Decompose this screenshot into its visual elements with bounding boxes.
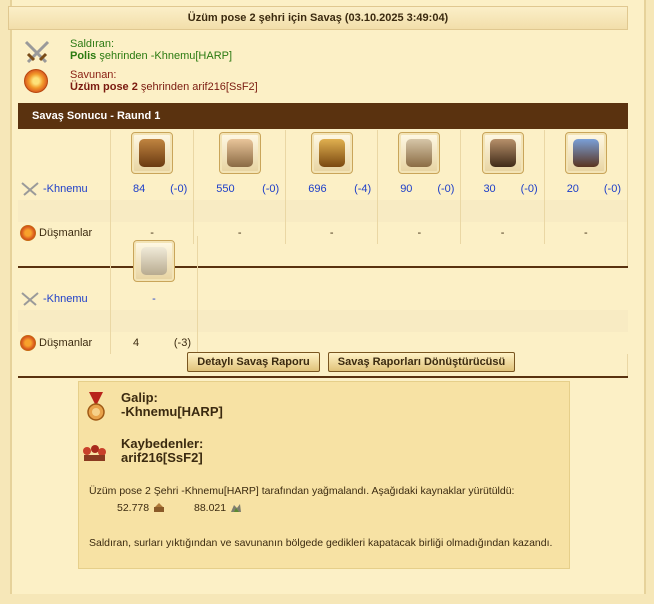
unit-count: 696 (308, 183, 327, 195)
unit-count: 84 (133, 183, 146, 195)
round-header: Savaş Sonucu - Raund 1 (18, 103, 628, 129)
detailed-report-button[interactable]: Detaylı Savaş Raporu (187, 352, 320, 372)
defender-player-link[interactable]: şehrinden arif216[SsF2] (141, 81, 258, 93)
city-wall-icon[interactable] (133, 239, 175, 282)
attacker-row-label[interactable]: -Khnemu (43, 293, 88, 305)
attacker-units-row: -Khnemu 84 (-0) 550 (-0) 696 (-4) 90 (-0) 30… (18, 178, 629, 200)
unit-loss: (-0) (262, 183, 280, 195)
crossed-swords-icon (24, 40, 50, 64)
medal-icon (87, 392, 105, 421)
wood-amount: 52.778 (117, 502, 150, 514)
catapult-icon[interactable] (398, 131, 441, 174)
stone-icon (231, 504, 242, 512)
crossed-swords-icon (21, 182, 39, 196)
wall-count: 4 (133, 337, 140, 349)
report-title: Üzüm pose 2 şehri için Savaş (03.10.2025… (8, 6, 628, 30)
slinger-icon[interactable] (131, 131, 174, 174)
defender-row-label: Düşmanlar (39, 337, 93, 349)
unit-count: 90 (400, 183, 413, 195)
result-note: Saldıran, surları yıktığından ve savunan… (89, 537, 553, 549)
crossed-swords-icon (21, 292, 39, 306)
attacker-wall-row: -Khnemu - (18, 288, 628, 310)
battle-result-panel: Galip: -Khnemu[HARP] Kaybedenler: arif21… (78, 381, 570, 569)
hero-icon[interactable] (564, 131, 607, 174)
plunder-text: Üzüm pose 2 Şehri -Khnemu[HARP] tarafınd… (89, 485, 515, 497)
shield-icon (24, 69, 48, 93)
winner-label: Galip: (121, 390, 158, 405)
wall-loss: (-3) (173, 337, 191, 349)
stone-amount: 88.021 (194, 502, 227, 514)
attacker-row-label[interactable]: -Khnemu (43, 183, 88, 195)
unit-count: 20 (566, 183, 579, 195)
defender-city-link[interactable]: Üzüm pose 2 (70, 81, 138, 93)
attacker-player-link[interactable]: şehrinden -Khnemu[HARP] (99, 50, 232, 62)
shield-icon (20, 335, 36, 351)
wall-table: -Khnemu - Düşmanlar 4 (-3) (18, 236, 628, 378)
defeated-units-icon (83, 445, 106, 461)
wood-resource: 52.778 (117, 502, 165, 514)
unit-count: 550 (216, 183, 235, 195)
winner-name[interactable]: -Khnemu[HARP] (121, 404, 223, 419)
hoplite-icon[interactable] (310, 131, 353, 174)
losers-label: Kaybedenler: (121, 436, 204, 451)
wall-attacker-count: - (110, 288, 198, 310)
siege-ram-icon[interactable] (481, 131, 524, 174)
defender-wall-row: Düşmanlar 4 (-3) (18, 332, 628, 354)
unit-loss: (-0) (603, 183, 621, 195)
swordsman-icon[interactable] (218, 131, 261, 174)
stone-resource: 88.021 (194, 502, 242, 514)
unit-loss: (-0) (437, 183, 455, 195)
wood-icon (154, 503, 165, 512)
unit-loss: (-0) (520, 183, 538, 195)
report-converter-button[interactable]: Savaş Raporları Dönüştürücüsü (328, 352, 515, 372)
attacker-city-link[interactable]: Polis (70, 50, 96, 62)
unit-count: 30 (483, 183, 496, 195)
loser-name[interactable]: arif216[SsF2] (121, 450, 203, 465)
defender-label: Savunan: (70, 69, 117, 81)
attacker-label: Saldıran: (70, 38, 115, 50)
unit-loss: (-4) (354, 183, 372, 195)
unit-loss: (-0) (170, 183, 188, 195)
